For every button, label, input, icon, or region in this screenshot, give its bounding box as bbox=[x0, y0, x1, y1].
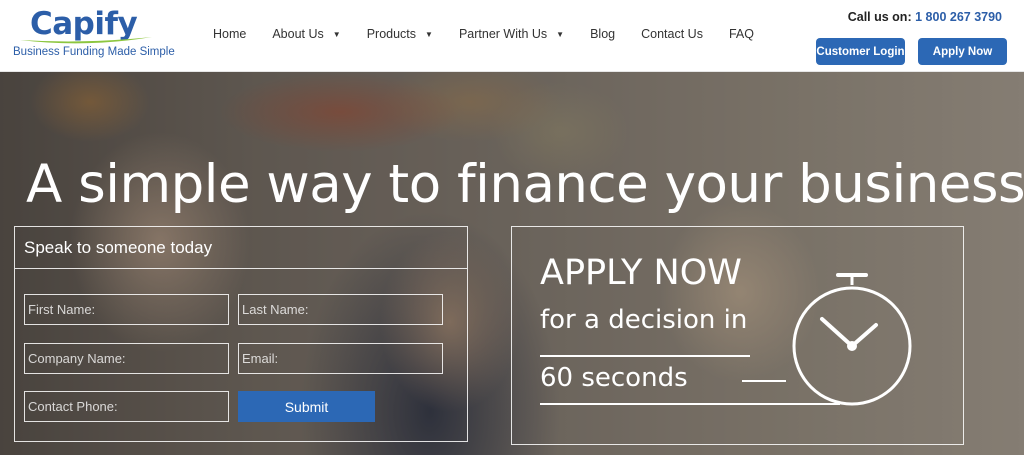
first-name-input[interactable] bbox=[24, 294, 229, 325]
nav-item-about-us[interactable]: About Us ▼ bbox=[272, 27, 340, 41]
hero-headline: A simple way to finance your business bbox=[26, 154, 1024, 215]
nav-item-home[interactable]: Home bbox=[213, 27, 246, 41]
call-label: Call us on: bbox=[847, 10, 912, 24]
capify-logo[interactable]: Capify Business Funding Made Simple bbox=[12, 4, 175, 64]
form-title: Speak to someone today bbox=[24, 238, 213, 257]
email-input[interactable] bbox=[238, 343, 443, 374]
promo-subtext: for a decision in bbox=[540, 305, 748, 335]
contact-form: Speak to someone today Submit bbox=[14, 226, 468, 442]
nav-item-contact-us[interactable]: Contact Us bbox=[641, 27, 703, 41]
form-divider bbox=[15, 268, 467, 269]
contact-phone-input[interactable] bbox=[24, 391, 229, 422]
logo-tagline: Business Funding Made Simple bbox=[13, 46, 175, 58]
nav-label: FAQ bbox=[728, 27, 754, 41]
apply-promo[interactable]: APPLY NOW for a decision in 60 seconds bbox=[511, 226, 964, 445]
last-name-input[interactable] bbox=[238, 294, 443, 325]
caret-down-icon: ▼ bbox=[425, 29, 433, 39]
nav-item-faq[interactable]: FAQ bbox=[729, 27, 754, 41]
call-us: Call us on: 1 800 267 3790 bbox=[848, 10, 1002, 24]
company-name-input[interactable] bbox=[24, 343, 229, 374]
promo-divider bbox=[540, 355, 750, 357]
submit-button[interactable]: Submit bbox=[238, 391, 375, 422]
nav-label: Home bbox=[213, 27, 247, 41]
nav-label: Blog bbox=[590, 27, 616, 41]
caret-down-icon: ▼ bbox=[332, 29, 341, 39]
site-header: Capify Business Funding Made Simple Home… bbox=[0, 0, 1024, 72]
nav-label: Products bbox=[366, 27, 417, 41]
promo-heading: APPLY NOW bbox=[540, 253, 742, 293]
nav-item-products[interactable]: Products ▼ bbox=[367, 27, 433, 41]
nav-label: Partner With Us bbox=[458, 27, 548, 41]
phone-link[interactable]: 1 800 267 3790 bbox=[915, 10, 1002, 24]
promo-time: 60 seconds bbox=[540, 363, 688, 393]
hero-section: A simple way to finance your business Sp… bbox=[0, 72, 1024, 455]
caret-down-icon: ▼ bbox=[556, 29, 565, 39]
stopwatch-icon bbox=[792, 273, 912, 406]
customer-login-button[interactable]: Customer Login bbox=[816, 38, 905, 65]
nav-label: About Us bbox=[272, 27, 324, 41]
nav-item-partner-with-us[interactable]: Partner With Us ▼ bbox=[459, 27, 564, 41]
main-nav: Home About Us ▼ Products ▼ Partner With … bbox=[200, 0, 767, 68]
nav-item-blog[interactable]: Blog bbox=[590, 27, 615, 41]
nav-label: Contact Us bbox=[641, 27, 703, 41]
apply-now-button[interactable]: Apply Now bbox=[918, 38, 1007, 65]
